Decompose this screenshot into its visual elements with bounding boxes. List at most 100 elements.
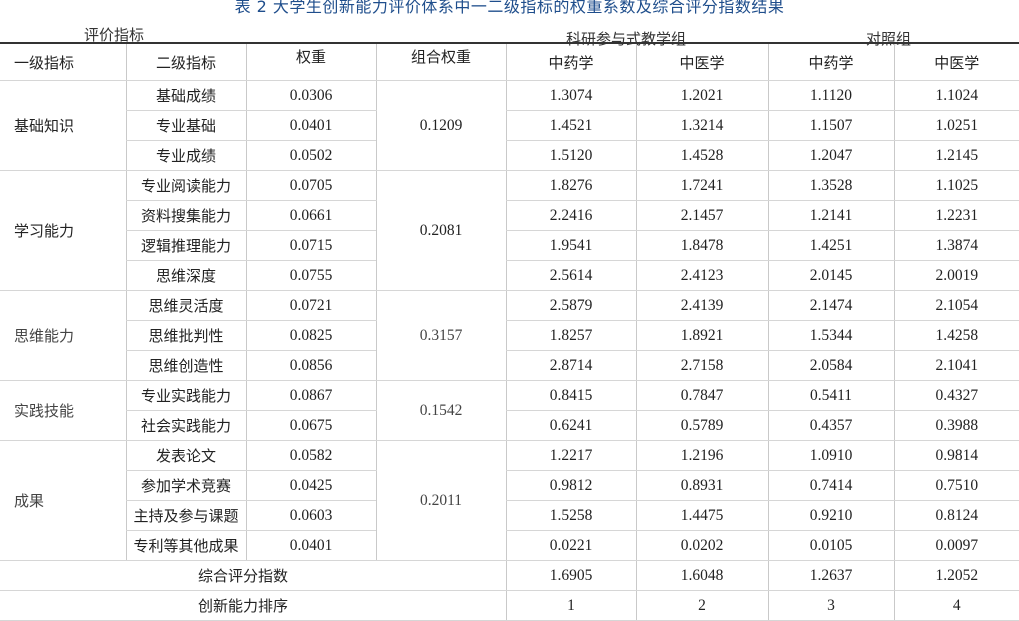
research-pharmacy-cell: 1.8276	[505, 170, 636, 201]
table-row: 学习能力 专业阅读能力 0.0705 0.2081 1.8276 1.7241 …	[0, 170, 1019, 291]
control-pharmacy-cell: 0.9210	[767, 500, 894, 531]
level2-cell: 发表论文	[125, 440, 246, 471]
combined-weight-cell: 0.3157	[375, 290, 506, 381]
research-pharmacy-cell: 1.2217	[505, 440, 636, 471]
summary-control-medicine: 4	[893, 590, 1019, 621]
control-medicine-cell: 1.1024	[893, 80, 1019, 111]
control-medicine-cell: 1.0251	[893, 110, 1019, 141]
level2-cell: 思维创造性	[125, 350, 246, 381]
control-pharmacy-cell: 1.4251	[767, 230, 894, 261]
combined-weight-cell: 0.1542	[375, 380, 506, 441]
table-row: 专业成绩 0.0502 1.5120 1.4528 1.2047 1.2145	[0, 140, 1019, 171]
combined-weight-cell: 0.1209	[375, 80, 506, 171]
control-pharmacy-cell: 2.0145	[767, 260, 894, 291]
research-pharmacy-cell: 0.9812	[505, 470, 636, 501]
weight-cell: 0.0502	[245, 140, 376, 171]
weight-cell: 0.0721	[245, 290, 376, 321]
control-pharmacy-cell: 1.0910	[767, 440, 894, 471]
table-row: 逻辑推理能力 0.0715 1.9541 1.8478 1.4251 1.387…	[0, 230, 1019, 261]
control-medicine-cell: 0.9814	[893, 440, 1019, 471]
level2-cell: 逻辑推理能力	[125, 230, 246, 261]
summary-label: 创新能力排序	[126, 590, 506, 621]
research-pharmacy-cell: 2.5614	[505, 260, 636, 291]
control-medicine-cell: 1.3874	[893, 230, 1019, 261]
weight-cell: 0.0825	[245, 320, 376, 351]
control-pharmacy-cell: 0.4357	[767, 410, 894, 441]
weight-cell: 0.0306	[245, 80, 376, 111]
level2-cell: 参加学术竞赛	[125, 470, 246, 501]
summary-blank	[0, 560, 126, 591]
header-level2: 二级指标	[125, 44, 246, 81]
control-pharmacy-cell: 0.0105	[767, 530, 894, 561]
table-row: 专利等其他成果 0.0401 0.0221 0.0202 0.0105 0.00…	[0, 530, 1019, 561]
control-pharmacy-cell: 1.1120	[767, 80, 894, 111]
research-medicine-cell: 2.4123	[635, 260, 768, 291]
level2-cell: 基础成绩	[125, 80, 246, 111]
control-pharmacy-cell: 1.5344	[767, 320, 894, 351]
research-medicine-cell: 1.8921	[635, 320, 768, 351]
research-medicine-cell: 1.2196	[635, 440, 768, 471]
research-pharmacy-cell: 0.0221	[505, 530, 636, 561]
level1-cell: 实践技能	[0, 380, 126, 441]
research-pharmacy-cell: 2.8714	[505, 350, 636, 381]
control-pharmacy-cell: 1.1507	[767, 110, 894, 141]
level1-cell: 学习能力	[0, 170, 126, 291]
summary-research-pharmacy: 1	[505, 590, 636, 621]
control-pharmacy-cell: 0.5411	[767, 380, 894, 411]
research-medicine-cell: 1.4528	[635, 140, 768, 171]
control-medicine-cell: 1.2145	[893, 140, 1019, 171]
control-medicine-cell: 0.3988	[893, 410, 1019, 441]
control-medicine-cell: 1.2231	[893, 200, 1019, 231]
research-medicine-cell: 0.7847	[635, 380, 768, 411]
level1-cell: 成果	[0, 440, 126, 561]
research-medicine-cell: 2.4139	[635, 290, 768, 321]
research-pharmacy-cell: 0.6241	[505, 410, 636, 441]
research-medicine-cell: 1.3214	[635, 110, 768, 141]
control-pharmacy-cell: 0.7414	[767, 470, 894, 501]
level2-cell: 专业基础	[125, 110, 246, 141]
weight-cell: 0.0867	[245, 380, 376, 411]
table-row: 思维创造性 0.0856 2.8714 2.7158 2.0584 2.1041	[0, 350, 1019, 381]
research-pharmacy-cell: 1.3074	[505, 80, 636, 111]
control-pharmacy-cell: 2.1474	[767, 290, 894, 321]
weight-cell: 0.0715	[245, 230, 376, 261]
summary-row: 综合评分指数 1.6905 1.6048 1.2637 1.2052	[0, 560, 1019, 591]
research-medicine-cell: 1.4475	[635, 500, 768, 531]
control-medicine-cell: 2.0019	[893, 260, 1019, 291]
header-control-medicine: 中医学	[893, 44, 1019, 81]
level2-cell: 思维深度	[125, 260, 246, 291]
summary-research-pharmacy: 1.6905	[505, 560, 636, 591]
research-pharmacy-cell: 1.9541	[505, 230, 636, 261]
header-level1: 一级指标	[0, 44, 126, 81]
research-medicine-cell: 0.0202	[635, 530, 768, 561]
control-medicine-cell: 0.8124	[893, 500, 1019, 531]
weight-cell: 0.0582	[245, 440, 376, 471]
header-row: 一级指标 二级指标 权重 组合权重 中药学 中医学 中药学 中医学	[0, 44, 1019, 81]
table-row: 主持及参与课题 0.0603 1.5258 1.4475 0.9210 0.81…	[0, 500, 1019, 531]
level2-cell: 主持及参与课题	[125, 500, 246, 531]
table-row: 社会实践能力 0.0675 0.6241 0.5789 0.4357 0.398…	[0, 410, 1019, 441]
level2-cell: 专利等其他成果	[125, 530, 246, 561]
table-caption: 表 2 大学生创新能力评价体系中一二级指标的权重系数及综合评分指数结果	[234, 0, 785, 16]
summary-control-pharmacy: 1.2637	[767, 560, 894, 591]
header-research-pharmacy: 中药学	[505, 44, 636, 81]
weight-cell: 0.0661	[245, 200, 376, 231]
control-pharmacy-cell: 1.2047	[767, 140, 894, 171]
table-row: 基础知识 基础成绩 0.0306 0.1209 1.3074 1.2021 1.…	[0, 80, 1019, 171]
research-pharmacy-cell: 2.5879	[505, 290, 636, 321]
header-control-pharmacy: 中药学	[767, 44, 894, 81]
research-pharmacy-cell: 0.8415	[505, 380, 636, 411]
weight-cell: 0.0856	[245, 350, 376, 381]
header-combined-weight: 组合权重	[375, 44, 506, 81]
control-medicine-cell: 2.1054	[893, 290, 1019, 321]
table-row: 思维深度 0.0755 2.5614 2.4123 2.0145 2.0019	[0, 260, 1019, 291]
control-pharmacy-cell: 1.3528	[767, 170, 894, 201]
summary-research-medicine: 1.6048	[635, 560, 768, 591]
level2-cell: 思维批判性	[125, 320, 246, 351]
weight-cell: 0.0675	[245, 410, 376, 441]
level2-cell: 社会实践能力	[125, 410, 246, 441]
research-medicine-cell: 1.2021	[635, 80, 768, 111]
research-pharmacy-cell: 2.2416	[505, 200, 636, 231]
level2-cell: 思维灵活度	[125, 290, 246, 321]
research-medicine-cell: 0.8931	[635, 470, 768, 501]
